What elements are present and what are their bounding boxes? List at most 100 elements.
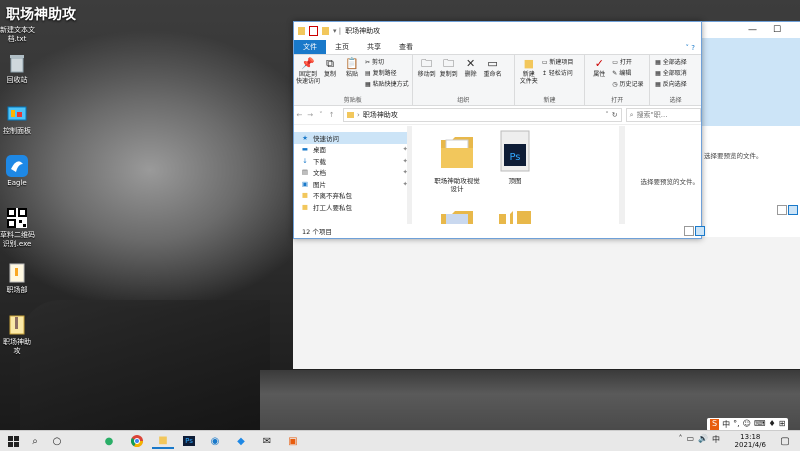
window-title: 职场神助攻: [345, 27, 381, 35]
chrome-icon: [131, 435, 143, 447]
desktop-icon-zip[interactable]: 职场神助攻: [0, 314, 34, 356]
button-label: 剪切: [371, 59, 384, 66]
taskbar-wechat[interactable]: ●: [98, 433, 120, 449]
properties-icon[interactable]: [309, 26, 318, 36]
history-button[interactable]: ◷ 历史记录: [612, 79, 643, 88]
taskbar-mail[interactable]: ✉: [256, 433, 278, 449]
nav-item-quick-access[interactable]: ★ 快速访问: [294, 132, 412, 144]
taskbar-edge[interactable]: ◉: [204, 433, 226, 449]
sogou-icon[interactable]: S: [710, 419, 720, 430]
quick-access-dropdown-icon[interactable]: ▾ |: [333, 27, 341, 35]
ime-mode[interactable]: 中: [722, 419, 730, 430]
nav-item-documents[interactable]: ▤ 文档 ✦: [294, 167, 412, 179]
file-item-folder[interactable]: [486, 204, 544, 224]
large-icons-view-icon[interactable]: [788, 205, 798, 215]
ribbon-collapse-icon[interactable]: ˅ ?: [680, 42, 701, 54]
desktop-icon-control-panel[interactable]: 控制面板: [0, 103, 34, 136]
forward-arrow-icon[interactable]: →: [305, 111, 316, 119]
keyboard-icon[interactable]: ⌨: [754, 419, 766, 430]
taskbar-chrome[interactable]: [126, 433, 148, 449]
select-none-button[interactable]: ▦ 全部取消: [655, 68, 687, 77]
refresh-icon[interactable]: ↻: [612, 111, 618, 119]
taskbar-photoshop[interactable]: Ps: [178, 433, 200, 449]
nav-item-folder[interactable]: ■ 不离不弃私包: [294, 190, 412, 202]
copy-path-button[interactable]: ▤ 复制路径: [365, 68, 409, 77]
edit-button[interactable]: ✎ 编辑: [612, 68, 643, 77]
view-toggle[interactable]: [684, 226, 705, 236]
recent-dropdown-icon[interactable]: ˅: [316, 111, 327, 119]
file-item-psd[interactable]: Ps 顶图: [486, 130, 544, 185]
system-tray: ˄ ▭ 🔊 中: [678, 434, 720, 445]
minimize-button[interactable]: —: [748, 25, 757, 35]
view-toggle[interactable]: [777, 205, 798, 215]
file-item-folder[interactable]: 职场神助攻视觉 设计: [428, 130, 486, 193]
search-box[interactable]: ⌕ 搜索"职...: [625, 108, 701, 122]
file-list-scrollbar[interactable]: [619, 126, 625, 224]
delete-icon: ✕: [465, 57, 476, 70]
details-view-icon[interactable]: [684, 226, 694, 236]
group-label: 新建: [543, 97, 556, 104]
second-explorer-window[interactable]: — ☐ 选择要预览的文件。: [700, 21, 800, 238]
folder-icon: ■: [523, 57, 535, 70]
file-list: 职场神助攻视觉 设计 Ps 顶图 选择要预览的文件。: [412, 126, 701, 224]
paste-shortcut-button[interactable]: ▦ 粘贴快捷方式: [365, 79, 409, 88]
cortana-button[interactable]: ○: [46, 433, 68, 449]
ime-punctuation[interactable]: °,: [733, 419, 740, 430]
chevron-down-icon[interactable]: ˅: [605, 111, 609, 119]
details-view-icon[interactable]: [777, 205, 787, 215]
clock[interactable]: 13:18 2021/4/6: [735, 433, 766, 449]
desktop-icon-text-file[interactable]: 新建文本文 档.txt: [0, 26, 35, 44]
clock-time: 13:18: [740, 433, 761, 441]
tab-view[interactable]: 查看: [390, 40, 422, 54]
network-icon[interactable]: ▭: [686, 434, 694, 445]
maximize-button[interactable]: ☐: [773, 25, 781, 35]
button-label: 全部选择: [662, 59, 687, 66]
tab-file[interactable]: 文件: [294, 40, 326, 54]
large-icons-view-icon[interactable]: [695, 226, 705, 236]
toolbox-icon[interactable]: ⊞: [779, 419, 786, 430]
open-button[interactable]: ▭ 打开: [612, 57, 643, 66]
nav-label: 桌面: [313, 146, 326, 155]
up-arrow-icon[interactable]: ↑: [326, 111, 337, 119]
nav-item-downloads[interactable]: ↓ 下载 ✦: [294, 155, 412, 167]
file-explorer-window[interactable]: ▾ | 职场神助攻 文件 主页 共享 查看 ˅ ? 📌 固定到 快速访问 ⧉ 复制 …: [293, 21, 705, 239]
ribbon: 📌 固定到 快速访问 ⧉ 复制 📋 粘贴 ✂ 剪切 ▤ 复制路径 ▦ 粘贴快捷方式 剪…: [294, 55, 701, 106]
desktop-icon-recycle-bin[interactable]: 回收站: [0, 52, 34, 85]
taskbar-explorer[interactable]: ■: [152, 433, 174, 449]
new-folder-icon[interactable]: [322, 27, 329, 35]
tab-home[interactable]: 主页: [326, 40, 358, 54]
invert-selection-button[interactable]: ▦ 反向选择: [655, 79, 687, 88]
desktop-icon-qr-tool[interactable]: 草料二维码 识别.exe: [0, 207, 35, 249]
skin-icon[interactable]: ♦: [769, 419, 776, 430]
document-icon: ▤: [301, 168, 309, 177]
nav-item-desktop[interactable]: ▬ 桌面 ✦: [294, 144, 412, 156]
emoji-icon[interactable]: ☺: [743, 419, 751, 430]
ime-indicator-icon[interactable]: 中: [712, 434, 720, 445]
address-bar[interactable]: › 职场神助攻 ˅ ↻: [343, 108, 622, 122]
volume-icon[interactable]: 🔊: [698, 434, 708, 445]
nav-item-folder[interactable]: ■ 打工人要私包: [294, 201, 412, 213]
desktop-icon-label: 职场部: [6, 286, 28, 294]
file-item-folder[interactable]: [428, 204, 486, 224]
nav-item-pictures[interactable]: ▣ 图片 ✦: [294, 178, 412, 190]
taskbar-eagle[interactable]: ◆: [230, 433, 252, 449]
address-bar-row: ← → ˅ ↑ › 职场神助攻 ˅ ↻ ⌕ 搜索"职...: [294, 106, 701, 125]
button-label: 打开: [619, 59, 632, 66]
cut-button[interactable]: ✂ 剪切: [365, 57, 409, 66]
back-arrow-icon[interactable]: ←: [294, 111, 305, 119]
desktop-icon-file[interactable]: 职场部: [0, 262, 34, 295]
search-button[interactable]: ⌕: [24, 433, 46, 449]
tab-share[interactable]: 共享: [358, 40, 390, 54]
desktop-icon-label: 新建文本文 档.txt: [0, 26, 35, 43]
taskbar-app[interactable]: ▣: [282, 433, 304, 449]
chevron-up-icon[interactable]: ˄: [678, 434, 682, 445]
select-all-button[interactable]: ▦ 全部选择: [655, 57, 687, 66]
new-item-button[interactable]: ▭ 新建项目: [542, 57, 574, 66]
item-count: 12 个项目: [302, 228, 332, 236]
notification-button[interactable]: ▢: [774, 433, 796, 449]
eagle-icon: [6, 155, 28, 177]
easy-access-button[interactable]: ↥ 轻松访问: [542, 68, 574, 77]
nav-label: 下载: [313, 157, 326, 166]
start-button[interactable]: [2, 433, 24, 449]
desktop-icon-eagle[interactable]: Eagle: [0, 155, 34, 188]
